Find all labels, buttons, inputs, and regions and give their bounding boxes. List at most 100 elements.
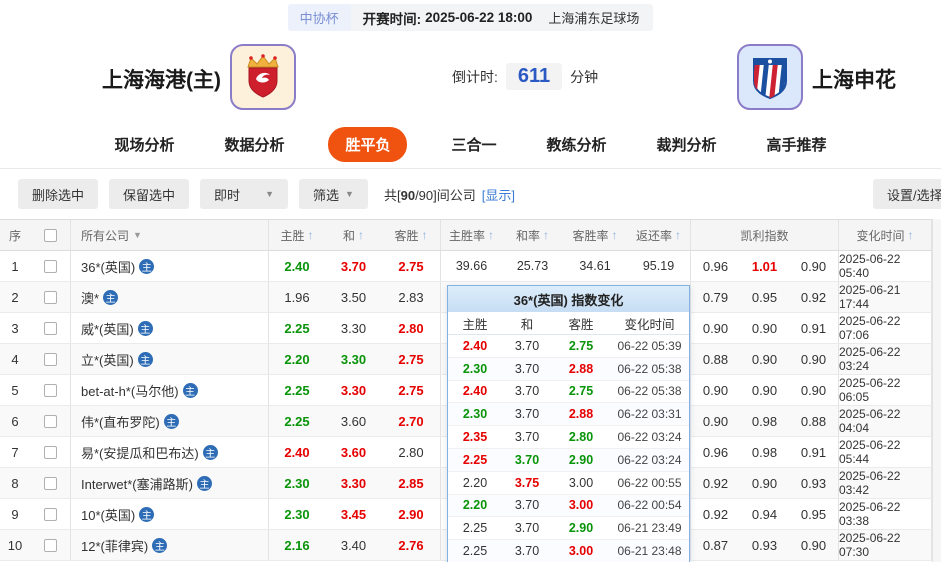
popup-away-odds: 2.90 <box>568 452 594 467</box>
popup-row: 2.40 3.70 2.75 06-22 05:38 <box>448 381 689 404</box>
home-odds[interactable]: 2.25 <box>268 313 325 343</box>
home-rate-header[interactable]: 主胜率 ↑ <box>440 220 502 250</box>
row-checkbox[interactable] <box>43 507 57 521</box>
delete-selected-button[interactable]: 删除选中 <box>18 179 99 209</box>
draw-odds[interactable]: 3.60 <box>325 406 382 436</box>
away-odds[interactable]: 2.85 <box>382 468 440 498</box>
row-checkbox[interactable] <box>43 476 57 490</box>
company-cell[interactable]: 易*(安提瓜和巴布达) 主 <box>70 437 268 467</box>
away-odds[interactable]: 2.80 <box>382 437 440 467</box>
filter-dropdown[interactable]: 筛选 ▼ <box>299 179 368 209</box>
company-cell[interactable]: 10*(英国) 主 <box>70 499 268 529</box>
away-odds[interactable]: 2.80 <box>382 313 440 343</box>
company-cell[interactable]: 威*(英国) 主 <box>70 313 268 343</box>
tab-1[interactable]: 现场分析 <box>108 127 180 162</box>
draw-rate-header[interactable]: 和率 ↑ <box>502 220 563 250</box>
tab-4[interactable]: 三合一 <box>445 127 502 162</box>
away-odds[interactable]: 2.75 <box>382 375 440 405</box>
away-odds[interactable]: 2.75 <box>382 251 440 281</box>
instant-dropdown[interactable]: 即时 ▼ <box>200 179 289 209</box>
row-checkbox[interactable] <box>43 383 57 397</box>
draw-odds[interactable]: 3.40 <box>325 530 382 560</box>
away-rate-header[interactable]: 客胜率 ↑ <box>563 220 627 250</box>
draw-odds[interactable]: 3.30 <box>325 468 382 498</box>
away-odds[interactable]: 2.70 <box>382 406 440 436</box>
company-cell[interactable]: 澳* 主 <box>70 282 268 312</box>
company-cell[interactable]: bet-at-h*(马尔他) 主 <box>70 375 268 405</box>
away-odds-header[interactable]: 客胜 ↑ <box>382 220 440 250</box>
company-name: 伟*(直布罗陀) <box>81 414 160 430</box>
home-odds[interactable]: 2.16 <box>268 530 325 560</box>
popup-change-time: 06-22 03:31 <box>617 407 682 422</box>
change-time-header-label: 变化时间 <box>856 228 905 243</box>
toolbar: 删除选中 保留选中 即时 ▼ 筛选 ▼ 共[90/90]间公司 [显示] 设置/… <box>0 169 941 219</box>
draw-odds[interactable]: 3.30 <box>325 344 382 374</box>
row-checkbox[interactable] <box>43 259 57 273</box>
popup-change-time: 06-21 23:49 <box>617 521 682 536</box>
draw-odds[interactable]: 3.50 <box>325 282 382 312</box>
row-checkbox[interactable] <box>43 445 57 459</box>
away-rate-header-label: 客胜率 <box>572 228 609 243</box>
tab-7[interactable]: 高手推荐 <box>761 127 833 162</box>
tab-3[interactable]: 胜平负 <box>328 127 408 162</box>
popup-row: 2.25 3.70 2.90 06-21 23:49 <box>448 517 689 541</box>
odds-change-popup: 36*(英国) 指数变化 主胜 和 客胜 变化时间 2.40 3.70 2.75 06-22… <box>447 285 690 562</box>
home-odds[interactable]: 1.96 <box>268 282 325 312</box>
change-time-header[interactable]: 变化时间 ↑ <box>838 220 932 250</box>
row-checkbox[interactable] <box>43 414 57 428</box>
home-badge-icon: 主 <box>137 320 153 336</box>
home-odds[interactable]: 2.30 <box>268 499 325 529</box>
kelly-home: 0.92 <box>690 468 740 498</box>
home-odds[interactable]: 2.30 <box>268 468 325 498</box>
popup-draw-odds: 3.70 <box>514 498 540 513</box>
vertical-scrollbar[interactable] <box>932 219 941 562</box>
company-cell[interactable]: 伟*(直布罗陀) 主 <box>70 406 268 436</box>
league-badge[interactable]: 中协杯 <box>287 4 351 31</box>
home-odds[interactable]: 2.40 <box>268 437 325 467</box>
change-time: 2025-06-22 04:04 <box>838 406 932 436</box>
draw-odds[interactable]: 3.30 <box>325 313 382 343</box>
draw-odds[interactable]: 3.45 <box>325 499 382 529</box>
popup-row: 2.35 3.70 2.80 06-22 03:24 <box>448 426 689 449</box>
away-odds[interactable]: 2.83 <box>382 282 440 312</box>
countdown-value: 611 <box>505 63 563 90</box>
company-cell[interactable]: 立*(英国) 主 <box>70 344 268 374</box>
draw-odds[interactable]: 3.30 <box>325 375 382 405</box>
countdown-label: 倒计时: <box>452 68 498 85</box>
home-odds-header[interactable]: 主胜 ↑ <box>268 220 325 250</box>
tab-2[interactable]: 数据分析 <box>218 127 290 162</box>
kelly-draw: 0.90 <box>751 351 778 367</box>
away-odds[interactable]: 2.90 <box>382 499 440 529</box>
row-checkbox[interactable] <box>43 290 57 304</box>
draw-odds[interactable]: 3.60 <box>325 437 382 467</box>
company-cell[interactable]: Interwet*(塞浦路斯) 主 <box>70 468 268 498</box>
away-odds[interactable]: 2.76 <box>382 530 440 560</box>
return-rate-header[interactable]: 返还率 ↑ <box>627 220 690 250</box>
company-cell[interactable]: 36*(英国) 主 <box>70 251 268 281</box>
keep-selected-button[interactable]: 保留选中 <box>109 179 190 209</box>
row-checkbox[interactable] <box>43 321 57 335</box>
select-all-checkbox[interactable] <box>43 228 57 242</box>
row-checkbox[interactable] <box>43 352 57 366</box>
kelly-away: 0.91 <box>800 444 827 460</box>
company-header[interactable]: 所有公司 ▼ <box>70 220 268 250</box>
draw-odds-header[interactable]: 和 ↑ <box>325 220 382 250</box>
home-odds[interactable]: 2.20 <box>268 344 325 374</box>
home-odds[interactable]: 2.40 <box>268 251 325 281</box>
row-checkbox[interactable] <box>43 538 57 552</box>
row-checkbox-cell <box>30 437 70 467</box>
row-checkbox-cell <box>30 251 70 281</box>
home-badge-icon: 主 <box>152 537 168 553</box>
home-odds[interactable]: 2.25 <box>268 406 325 436</box>
company-cell[interactable]: 12*(菲律宾) 主 <box>70 530 268 560</box>
draw-odds[interactable]: 3.70 <box>325 251 382 281</box>
away-odds[interactable]: 2.75 <box>382 344 440 374</box>
tab-6[interactable]: 裁判分析 <box>651 127 723 162</box>
home-odds[interactable]: 2.25 <box>268 375 325 405</box>
popup-change-time: 06-22 05:38 <box>617 384 682 399</box>
select-all-cell <box>30 220 70 250</box>
show-link[interactable]: [显示] <box>482 185 515 204</box>
popup-head-row: 主胜 和 客胜 变化时间 <box>448 312 689 335</box>
settings-button[interactable]: 设置/选择 <box>873 179 941 209</box>
tab-5[interactable]: 教练分析 <box>541 127 613 162</box>
